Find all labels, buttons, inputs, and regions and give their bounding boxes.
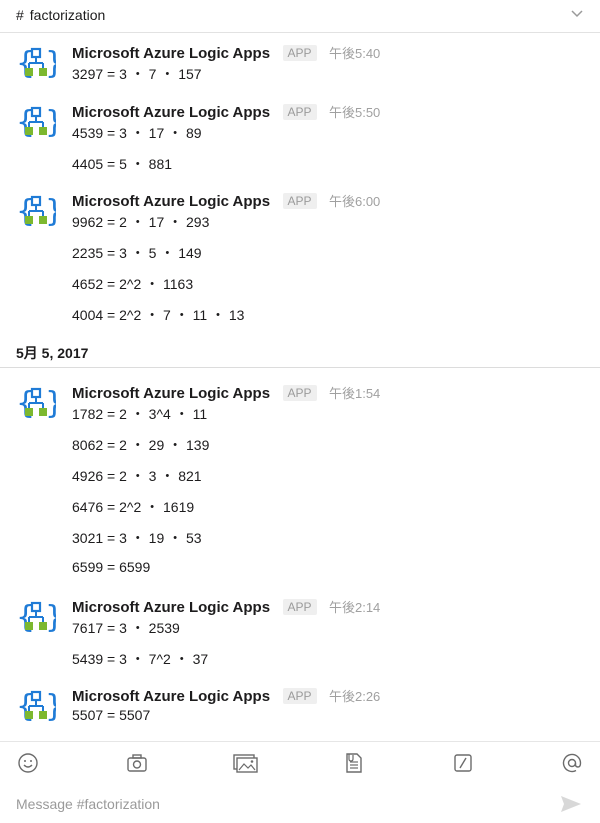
app-badge: APP [282,385,317,401]
message-text: 1782 = 2 ・ 3^4 ・ 11 [72,406,208,422]
message-text: 4405 = 5 ・ 881 [72,156,173,172]
chevron-down-icon[interactable] [570,9,584,19]
sender-name[interactable]: Microsoft Azure Logic Apps [72,385,270,402]
message-text: 6476 = 2^2 ・ 1619 [72,499,195,515]
message-text: 4926 = 2 ・ 3 ・ 821 [72,468,202,484]
emoji-icon [18,753,38,773]
message-text: 9962 = 2 ・ 17 ・ 293 [72,214,210,230]
file-button[interactable] [342,751,366,775]
file-icon [346,753,362,773]
composer-toolbar [0,741,600,782]
message-text: 5439 = 3 ・ 7^2 ・ 37 [72,651,209,667]
app-badge: APP [282,45,317,61]
message-text: 7617 = 3 ・ 2539 [72,620,180,636]
message-meta: Microsoft Azure Logic Apps APP 午後5:50 [72,102,380,122]
mention-icon [562,753,582,773]
channel-name: factorization [29,7,106,23]
app-badge: APP [282,193,317,209]
date-label: 5月 5, 2017 [16,345,89,361]
sender-name[interactable]: Microsoft Azure Logic Apps [72,104,270,121]
message-text: 3297 = 3 ・ 7 ・ 157 [72,66,202,82]
date-divider: 5月 5, 2017 [0,335,600,368]
channel-header[interactable]: # factorization [0,0,600,33]
message-text: 3021 = 3 ・ 19 ・ 53 [72,530,202,546]
message-meta: Microsoft Azure Logic Apps APP 午後6:00 [72,191,380,211]
message-composer [0,782,600,823]
timestamp[interactable]: 午後2:26 [329,689,380,704]
message-meta: Microsoft Azure Logic Apps APP 午後2:26 [72,686,380,706]
logic-apps-avatar-icon[interactable]: { } [16,383,56,423]
message-input[interactable] [16,794,536,814]
photo-button[interactable] [233,751,259,775]
logic-apps-avatar-icon[interactable]: { } [16,191,56,231]
message-meta: Microsoft Azure Logic Apps APP 午後5:40 [72,43,380,63]
message-text: 2235 = 3 ・ 5 ・ 149 [72,245,202,261]
send-icon[interactable] [560,795,582,813]
app-badge: APP [282,104,317,120]
camera-button[interactable] [125,751,149,775]
logic-apps-avatar-icon[interactable]: { } [16,597,56,637]
logic-apps-avatar-icon[interactable]: { } [16,102,56,142]
timestamp[interactable]: 午後5:50 [329,105,380,120]
message-text: 8062 = 2 ・ 29 ・ 139 [72,437,210,453]
slash-command-button[interactable] [451,751,475,775]
message-text: 4652 = 2^2 ・ 1163 [72,276,194,292]
message-text: 4004 = 2^2 ・ 7 ・ 11 ・ 13 [72,307,245,323]
channel-hash: # [16,7,24,23]
timestamp[interactable]: 午後2:14 [329,600,380,615]
channel-title[interactable]: # factorization [16,7,105,23]
camera-icon [127,754,147,772]
message-text: 6599 = 6599 [72,559,151,575]
sender-name[interactable]: Microsoft Azure Logic Apps [72,193,270,210]
app-badge: APP [282,599,317,615]
message-list[interactable]: { } Microsoft Azure Logic Apps APP 午後5:4… [0,33,600,741]
timestamp[interactable]: 午後6:00 [329,194,380,209]
sender-name[interactable]: Microsoft Azure Logic Apps [72,45,270,62]
app-badge: APP [282,688,317,704]
logic-apps-avatar-icon[interactable]: { } [16,686,56,726]
slash-command-icon [454,754,472,772]
logic-apps-avatar-icon[interactable]: { } [16,43,56,83]
emoji-button[interactable] [16,751,40,775]
sender-name[interactable]: Microsoft Azure Logic Apps [72,688,270,705]
message-meta: Microsoft Azure Logic Apps APP 午後1:54 [72,383,380,403]
sender-name[interactable]: Microsoft Azure Logic Apps [72,599,270,616]
mention-button[interactable] [560,751,584,775]
message-text: 5507 = 5507 [72,707,151,723]
timestamp[interactable]: 午後5:40 [329,46,380,61]
photo-icon [233,754,258,773]
message-text: 4539 = 3 ・ 17 ・ 89 [72,125,202,141]
message-meta: Microsoft Azure Logic Apps APP 午後2:14 [72,597,380,617]
timestamp[interactable]: 午後1:54 [329,386,380,401]
